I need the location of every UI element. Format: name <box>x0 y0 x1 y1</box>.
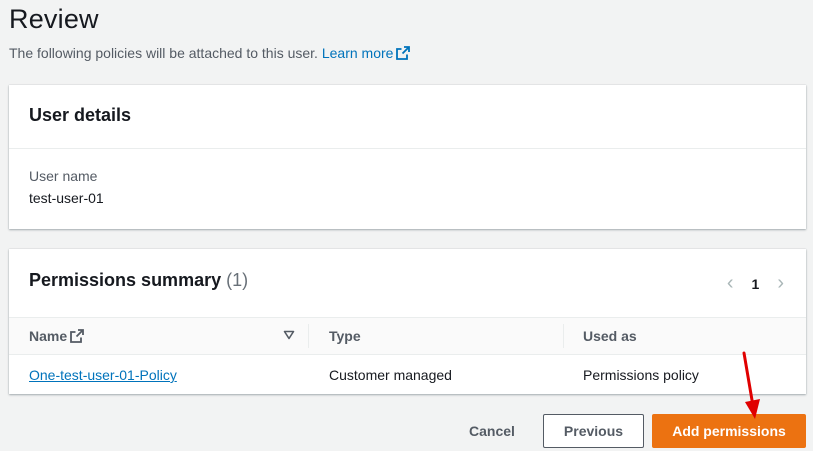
policy-name-link[interactable]: One-test-user-01-Policy <box>29 367 177 383</box>
column-divider[interactable] <box>308 324 309 348</box>
page-title: Review <box>9 4 99 34</box>
subtitle-text: The following policies will be attached … <box>9 45 318 61</box>
annotation-arrow-icon <box>742 351 760 419</box>
learn-more-label: Learn more <box>321 45 394 61</box>
external-link-icon <box>70 329 85 343</box>
table-header: Name Type Used as <box>9 317 806 355</box>
add-permissions-button[interactable]: Add permissions <box>652 414 806 448</box>
chevron-left-icon[interactable]: ‹ <box>727 272 734 295</box>
permissions-heading: Permissions summary (1) <box>29 270 248 291</box>
external-link-icon <box>396 46 411 60</box>
policy-name-cell: One-test-user-01-Policy <box>29 367 177 383</box>
pagination: ‹ 1 › <box>727 272 784 295</box>
permissions-summary-panel: Permissions summary (1) ‹ 1 › Name Type … <box>9 249 806 394</box>
policy-type-cell: Customer managed <box>329 367 452 383</box>
current-page[interactable]: 1 <box>752 276 760 292</box>
user-name-label: User name <box>29 168 98 184</box>
user-details-header: User details <box>9 85 806 149</box>
column-header-name[interactable]: Name <box>29 328 85 344</box>
permissions-count: (1) <box>226 270 249 290</box>
learn-more-link[interactable]: Learn more <box>322 45 411 61</box>
previous-button[interactable]: Previous <box>543 414 644 448</box>
column-divider[interactable] <box>563 324 564 348</box>
policy-used-as-cell: Permissions policy <box>583 367 699 383</box>
user-details-panel: User details User name test-user-01 <box>9 85 806 229</box>
column-header-type[interactable]: Type <box>329 328 361 344</box>
sort-caret-icon[interactable] <box>283 330 295 340</box>
page-subtitle: The following policies will be attached … <box>9 45 411 61</box>
table-row: One-test-user-01-Policy Customer managed… <box>9 354 806 394</box>
user-name-value: test-user-01 <box>29 190 104 206</box>
cancel-button[interactable]: Cancel <box>457 414 527 448</box>
user-details-heading: User details <box>29 105 132 125</box>
column-header-used-as[interactable]: Used as <box>583 328 637 344</box>
permissions-heading-text: Permissions summary <box>29 270 222 290</box>
chevron-right-icon[interactable]: › <box>777 272 784 295</box>
column-name-label: Name <box>29 328 68 344</box>
